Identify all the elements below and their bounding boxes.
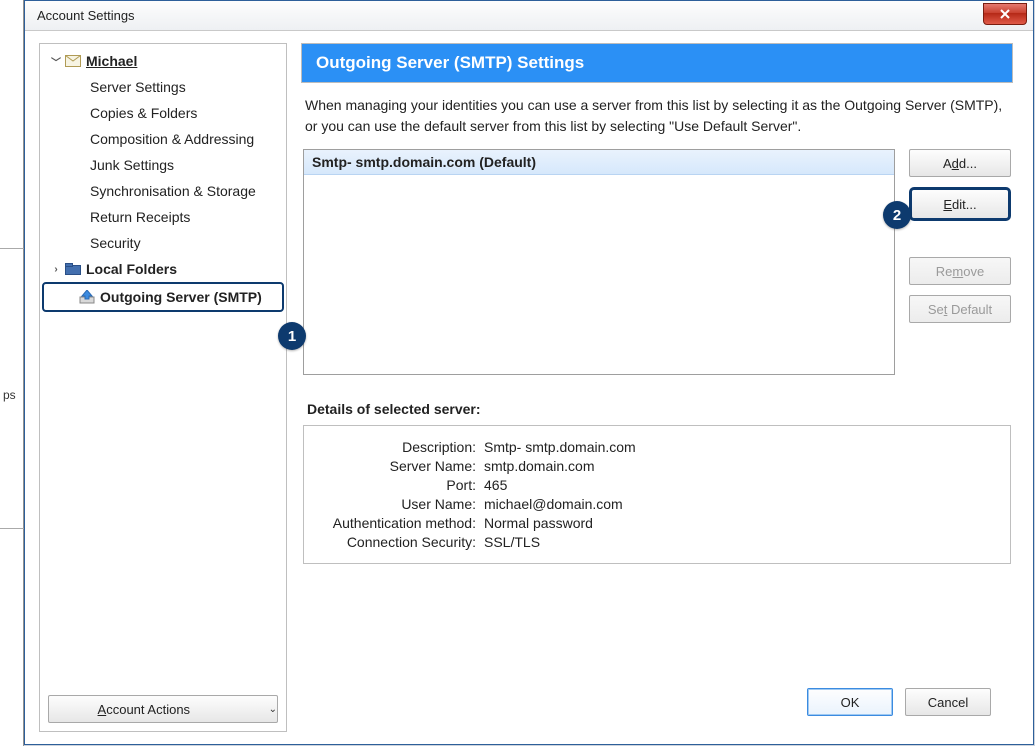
sidebar: ﹀ Michael Server Settings Copies & Folde… bbox=[39, 43, 287, 732]
outgoing-label: Outgoing Server (SMTP) bbox=[100, 289, 262, 305]
dialog-content: ﹀ Michael Server Settings Copies & Folde… bbox=[25, 31, 1033, 744]
main-panel: Outgoing Server (SMTP) Settings When man… bbox=[301, 43, 1013, 732]
callout-badge-2: 2 bbox=[883, 201, 911, 229]
details-heading: Details of selected server: bbox=[307, 401, 1011, 417]
detail-label-user: User Name: bbox=[316, 496, 476, 512]
remove-button: Remove bbox=[909, 257, 1011, 285]
account-actions-button[interactable]: Account Actions ⌄ bbox=[48, 695, 278, 723]
detail-label-server: Server Name: bbox=[316, 458, 476, 474]
set-default-button: Set Default bbox=[909, 295, 1011, 323]
sidebar-outgoing-smtp[interactable]: Outgoing Server (SMTP) bbox=[42, 282, 284, 312]
intro-text: When managing your identities you can us… bbox=[303, 95, 1011, 137]
detail-value-description: Smtp- smtp.domain.com bbox=[484, 439, 998, 455]
cancel-button[interactable]: Cancel bbox=[905, 688, 991, 716]
window-title: Account Settings bbox=[37, 8, 135, 23]
folder-icon bbox=[64, 262, 82, 276]
panel-body: When managing your identities you can us… bbox=[301, 83, 1013, 674]
background-text: ps bbox=[3, 388, 16, 402]
close-button[interactable] bbox=[983, 3, 1027, 25]
account-tree: ﹀ Michael Server Settings Copies & Folde… bbox=[40, 44, 286, 687]
detail-value-server: smtp.domain.com bbox=[484, 458, 998, 474]
local-folders-label: Local Folders bbox=[86, 261, 177, 277]
detail-value-auth: Normal password bbox=[484, 515, 998, 531]
dialog-footer: OK Cancel bbox=[301, 674, 1013, 732]
panel-title: Outgoing Server (SMTP) Settings bbox=[301, 43, 1013, 83]
account-actions-label: ccount Actions bbox=[106, 702, 190, 717]
expand-icon: › bbox=[50, 264, 62, 275]
collapse-icon: ﹀ bbox=[50, 54, 62, 69]
sidebar-item-security[interactable]: Security bbox=[40, 230, 286, 256]
background-panel: ps bbox=[0, 0, 24, 746]
titlebar: Account Settings bbox=[25, 1, 1033, 31]
account-settings-dialog: Account Settings ﹀ Michael Server Settin… bbox=[24, 0, 1034, 745]
server-list-area: Smtp- smtp.domain.com (Default) Add... E… bbox=[303, 149, 1011, 375]
server-details: Description: Smtp- smtp.domain.com Server… bbox=[303, 425, 1011, 564]
edit-button[interactable]: Edit... bbox=[909, 187, 1011, 221]
detail-label-description: Description: bbox=[316, 439, 476, 455]
detail-label-port: Port: bbox=[316, 477, 476, 493]
mail-icon bbox=[64, 54, 82, 68]
detail-label-security: Connection Security: bbox=[316, 534, 476, 550]
chevron-down-icon: ⌄ bbox=[269, 704, 277, 715]
sidebar-local-folders[interactable]: › Local Folders bbox=[40, 256, 286, 282]
sidebar-item-receipts[interactable]: Return Receipts bbox=[40, 204, 286, 230]
detail-value-user: michael@domain.com bbox=[484, 496, 998, 512]
sidebar-item-sync[interactable]: Synchronisation & Storage bbox=[40, 178, 286, 204]
sidebar-item-server-settings[interactable]: Server Settings bbox=[40, 74, 286, 100]
divider bbox=[0, 528, 24, 529]
ok-button[interactable]: OK bbox=[807, 688, 893, 716]
detail-value-port: 465 bbox=[484, 477, 998, 493]
server-icon bbox=[78, 290, 96, 304]
add-button[interactable]: Add... bbox=[909, 149, 1011, 177]
sidebar-account[interactable]: ﹀ Michael bbox=[40, 48, 286, 74]
smtp-server-list[interactable]: Smtp- smtp.domain.com (Default) bbox=[303, 149, 895, 375]
smtp-server-item[interactable]: Smtp- smtp.domain.com (Default) bbox=[304, 150, 894, 175]
sidebar-item-junk[interactable]: Junk Settings bbox=[40, 152, 286, 178]
detail-value-security: SSL/TLS bbox=[484, 534, 998, 550]
close-icon bbox=[999, 8, 1011, 20]
detail-label-auth: Authentication method: bbox=[316, 515, 476, 531]
sidebar-item-copies-folders[interactable]: Copies & Folders bbox=[40, 100, 286, 126]
divider bbox=[0, 248, 24, 249]
account-label: Michael bbox=[86, 53, 137, 69]
server-buttons: Add... Edit... Remove Set Default 2 bbox=[909, 149, 1011, 375]
sidebar-item-composition[interactable]: Composition & Addressing bbox=[40, 126, 286, 152]
callout-badge-1: 1 bbox=[278, 322, 286, 350]
